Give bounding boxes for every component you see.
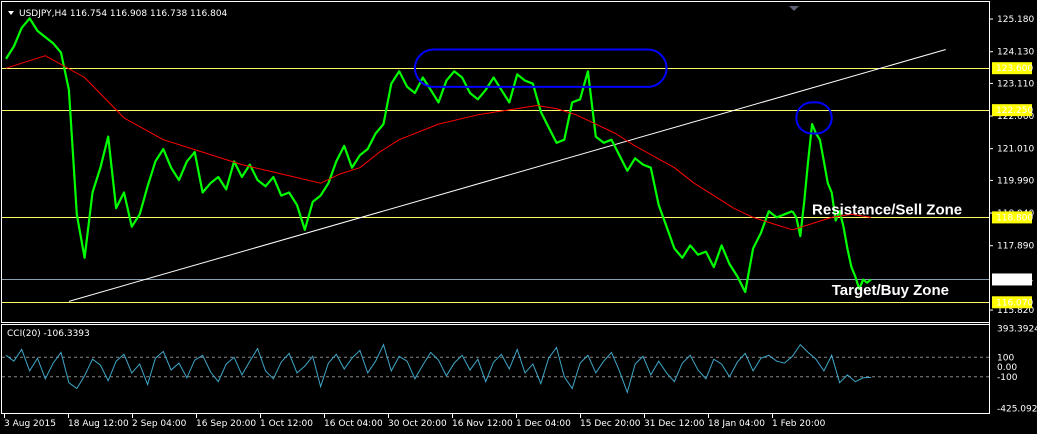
x-tick-label: 16 Nov 12:00 [452, 419, 513, 429]
y-tick-label: 125.180 [997, 15, 1034, 25]
dropdown-triangle-icon[interactable] [8, 11, 14, 15]
level-label: 118.800 [996, 213, 1033, 223]
cci-y-tick-label: -100 [997, 373, 1018, 383]
x-tick-label: 16 Oct 04:00 [324, 419, 383, 429]
x-tick-label: 18 Aug 12:00 [68, 419, 129, 429]
main-chart-title: USDJPY,H4 116.754 116.908 116.738 116.80… [19, 9, 228, 19]
y-tick-label: 121.010 [997, 145, 1034, 155]
annotation-label: Target/Buy Zone [832, 282, 949, 299]
cci-pane-frame [1, 324, 990, 414]
x-tick-label: 3 Aug 2015 [4, 419, 56, 429]
highlights-layer [413, 48, 833, 135]
cci-line [5, 343, 872, 395]
annotation-label: Resistance/Sell Zone [812, 201, 962, 218]
x-tick-label: 18 Jan 04:00 [708, 419, 765, 429]
level-label: 116.070 [996, 298, 1033, 308]
series-layer [5, 17, 872, 395]
y-tick-label: 119.990 [997, 176, 1034, 186]
current-price-label: 116.804 [996, 275, 1033, 285]
y-tick-label: 124.130 [997, 48, 1034, 58]
level-label: 122.250 [996, 106, 1033, 116]
x-tick-label: 1 Feb 20:00 [772, 419, 826, 429]
moving-average-line [5, 55, 793, 231]
cci-y-tick-label: -425.0924 [997, 405, 1037, 415]
x-tick-label: 31 Dec 12:00 [644, 419, 705, 429]
x-tick-label: 1 Dec 04:00 [516, 419, 571, 429]
x-tick-label: 15 Dec 20:00 [580, 419, 641, 429]
annotations-layer: Resistance/Sell Zone Target/Buy Zone [812, 201, 962, 299]
price-line [5, 17, 793, 294]
cci-title: CCI(20) -106.3393 [7, 329, 90, 339]
level-label: 123.600 [996, 64, 1033, 74]
chart-root: Resistance/Sell Zone Target/Buy Zone 125.… [1, 1, 1037, 429]
cci-y-tick-label: 393.3924 [997, 325, 1037, 335]
cci-y-tick-label: 100 [997, 353, 1014, 363]
level-lines-layer [2, 68, 989, 378]
cci-y-tick-label: 0.00 [997, 363, 1017, 373]
x-tick-label: 30 Oct 20:00 [388, 419, 447, 429]
scroll-marker-icon[interactable] [789, 6, 799, 11]
y-tick-label: 117.890 [997, 242, 1034, 252]
y-tick-label: 123.110 [997, 79, 1034, 89]
x-tick-label: 2 Sep 04:00 [132, 419, 187, 429]
x-tick-label: 16 Sep 20:00 [196, 419, 256, 429]
x-tick-label: 1 Oct 12:00 [260, 419, 313, 429]
